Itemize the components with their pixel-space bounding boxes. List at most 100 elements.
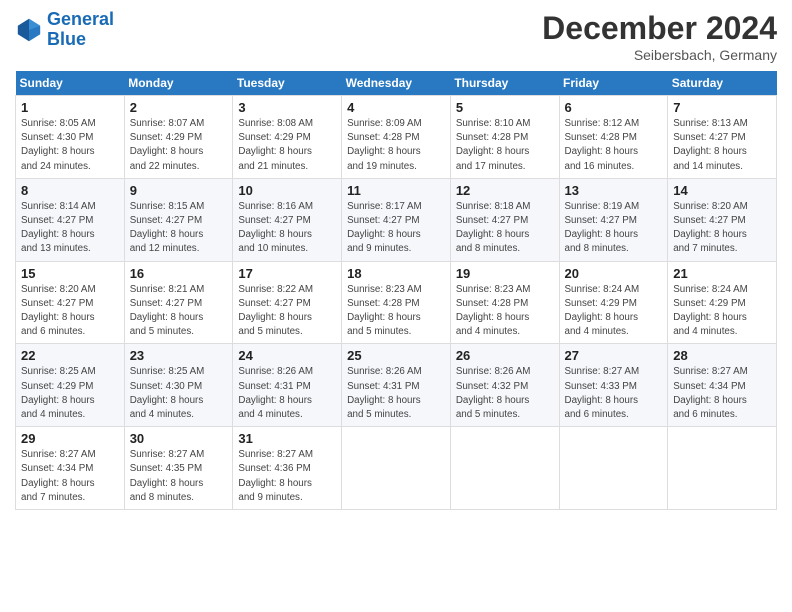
calendar-cell: 21 Sunrise: 8:24 AM Sunset: 4:29 PM Dayli… xyxy=(668,261,777,344)
calendar-cell: 28 Sunrise: 8:27 AM Sunset: 4:34 PM Dayli… xyxy=(668,344,777,427)
day-number: 5 xyxy=(456,100,554,115)
day-number: 28 xyxy=(673,348,771,363)
calendar-cell: 12Sunrise: 8:18 AM Sunset: 4:27 PM Dayli… xyxy=(450,178,559,261)
calendar-cell: 18 Sunrise: 8:23 AM Sunset: 4:28 PM Dayli… xyxy=(342,261,451,344)
title-block: December 2024 Seibersbach, Germany xyxy=(542,10,777,63)
calendar-cell: 4 Sunrise: 8:09 AM Sunset: 4:28 PM Daylig… xyxy=(342,96,451,179)
weekday-header: Tuesday xyxy=(233,71,342,96)
day-number: 11 xyxy=(347,183,445,198)
day-number: 17 xyxy=(238,266,336,281)
calendar-cell: 16 Sunrise: 8:21 AM Sunset: 4:27 PM Dayli… xyxy=(124,261,233,344)
calendar-cell: 19 Sunrise: 8:23 AM Sunset: 4:28 PM Dayli… xyxy=(450,261,559,344)
calendar-cell: 9 Sunrise: 8:15 AM Sunset: 4:27 PM Daylig… xyxy=(124,178,233,261)
day-info: Sunrise: 8:23 AM Sunset: 4:28 PM Dayligh… xyxy=(456,283,554,340)
calendar-cell: 23 Sunrise: 8:25 AM Sunset: 4:30 PM Dayli… xyxy=(124,344,233,427)
day-number: 4 xyxy=(347,100,445,115)
calendar-cell: 20Sunrise: 8:24 AM Sunset: 4:29 PM Dayli… xyxy=(559,261,668,344)
day-number: 8 xyxy=(21,183,119,198)
month-title: December 2024 xyxy=(542,10,777,47)
day-number: 22 xyxy=(21,348,119,363)
calendar-cell: 3Sunrise: 8:08 AM Sunset: 4:29 PM Daylig… xyxy=(233,96,342,179)
day-info: Sunrise: 8:09 AM Sunset: 4:28 PM Dayligh… xyxy=(347,117,445,174)
day-info: Sunrise: 8:26 AM Sunset: 4:32 PM Dayligh… xyxy=(456,365,554,422)
day-info: Sunrise: 8:26 AM Sunset: 4:31 PM Dayligh… xyxy=(347,365,445,422)
calendar-cell: 15 Sunrise: 8:20 AM Sunset: 4:27 PM Dayli… xyxy=(16,261,125,344)
calendar-cell xyxy=(342,427,451,510)
day-number: 25 xyxy=(347,348,445,363)
day-number: 15 xyxy=(21,266,119,281)
calendar-cell: 17 Sunrise: 8:22 AM Sunset: 4:27 PM Dayli… xyxy=(233,261,342,344)
calendar-cell xyxy=(559,427,668,510)
calendar-cell: 6Sunrise: 8:12 AM Sunset: 4:28 PM Daylig… xyxy=(559,96,668,179)
calendar-cell xyxy=(668,427,777,510)
day-number: 14 xyxy=(673,183,771,198)
day-info: Sunrise: 8:27 AM Sunset: 4:36 PM Dayligh… xyxy=(238,448,336,505)
day-number: 23 xyxy=(130,348,228,363)
day-number: 9 xyxy=(130,183,228,198)
day-number: 24 xyxy=(238,348,336,363)
day-number: 2 xyxy=(130,100,228,115)
weekday-header: Friday xyxy=(559,71,668,96)
day-info: Sunrise: 8:24 AM Sunset: 4:29 PM Dayligh… xyxy=(565,283,663,340)
calendar-cell: 26 Sunrise: 8:26 AM Sunset: 4:32 PM Dayli… xyxy=(450,344,559,427)
calendar-cell: 25 Sunrise: 8:26 AM Sunset: 4:31 PM Dayli… xyxy=(342,344,451,427)
calendar-cell xyxy=(450,427,559,510)
day-number: 3 xyxy=(238,100,336,115)
day-info: Sunrise: 8:27 AM Sunset: 4:34 PM Dayligh… xyxy=(673,365,771,422)
day-info: Sunrise: 8:20 AM Sunset: 4:27 PM Dayligh… xyxy=(21,283,119,340)
day-info: Sunrise: 8:24 AM Sunset: 4:29 PM Dayligh… xyxy=(673,283,771,340)
day-info: Sunrise: 8:27 AM Sunset: 4:35 PM Dayligh… xyxy=(130,448,228,505)
day-info: Sunrise: 8:23 AM Sunset: 4:28 PM Dayligh… xyxy=(347,283,445,340)
day-number: 10 xyxy=(238,183,336,198)
weekday-header: Sunday xyxy=(16,71,125,96)
day-info: Sunrise: 8:27 AM Sunset: 4:33 PM Dayligh… xyxy=(565,365,663,422)
day-number: 16 xyxy=(130,266,228,281)
day-info: Sunrise: 8:05 AM Sunset: 4:30 PM Dayligh… xyxy=(21,117,119,174)
logo-line2: Blue xyxy=(47,29,86,49)
day-number: 21 xyxy=(673,266,771,281)
weekday-header: Thursday xyxy=(450,71,559,96)
calendar-cell: 5 Sunrise: 8:10 AM Sunset: 4:28 PM Daylig… xyxy=(450,96,559,179)
calendar-table: SundayMondayTuesdayWednesdayThursdayFrid… xyxy=(15,71,777,510)
day-info: Sunrise: 8:22 AM Sunset: 4:27 PM Dayligh… xyxy=(238,283,336,340)
logo-icon xyxy=(15,16,43,44)
day-info: Sunrise: 8:10 AM Sunset: 4:28 PM Dayligh… xyxy=(456,117,554,174)
calendar-header: SundayMondayTuesdayWednesdayThursdayFrid… xyxy=(16,71,777,96)
day-number: 1 xyxy=(21,100,119,115)
day-info: Sunrise: 8:26 AM Sunset: 4:31 PM Dayligh… xyxy=(238,365,336,422)
day-number: 18 xyxy=(347,266,445,281)
day-info: Sunrise: 8:14 AM Sunset: 4:27 PM Dayligh… xyxy=(21,200,119,257)
day-info: Sunrise: 8:15 AM Sunset: 4:27 PM Dayligh… xyxy=(130,200,228,257)
calendar-cell: 14 Sunrise: 8:20 AM Sunset: 4:27 PM Dayli… xyxy=(668,178,777,261)
day-number: 31 xyxy=(238,431,336,446)
calendar-cell: 29Sunrise: 8:27 AM Sunset: 4:34 PM Dayli… xyxy=(16,427,125,510)
calendar-cell: 24 Sunrise: 8:26 AM Sunset: 4:31 PM Dayli… xyxy=(233,344,342,427)
day-info: Sunrise: 8:13 AM Sunset: 4:27 PM Dayligh… xyxy=(673,117,771,174)
day-info: Sunrise: 8:21 AM Sunset: 4:27 PM Dayligh… xyxy=(130,283,228,340)
page-header: General Blue December 2024 Seibersbach, … xyxy=(15,10,777,63)
day-info: Sunrise: 8:27 AM Sunset: 4:34 PM Dayligh… xyxy=(21,448,119,505)
day-info: Sunrise: 8:18 AM Sunset: 4:27 PM Dayligh… xyxy=(456,200,554,257)
day-info: Sunrise: 8:20 AM Sunset: 4:27 PM Dayligh… xyxy=(673,200,771,257)
calendar-cell: 1 Sunrise: 8:05 AM Sunset: 4:30 PM Daylig… xyxy=(16,96,125,179)
logo-line1: General xyxy=(47,9,114,29)
day-info: Sunrise: 8:12 AM Sunset: 4:28 PM Dayligh… xyxy=(565,117,663,174)
day-number: 7 xyxy=(673,100,771,115)
calendar-body: 1 Sunrise: 8:05 AM Sunset: 4:30 PM Daylig… xyxy=(16,96,777,510)
day-info: Sunrise: 8:16 AM Sunset: 4:27 PM Dayligh… xyxy=(238,200,336,257)
page-container: General Blue December 2024 Seibersbach, … xyxy=(0,0,792,520)
day-number: 13 xyxy=(565,183,663,198)
day-info: Sunrise: 8:19 AM Sunset: 4:27 PM Dayligh… xyxy=(565,200,663,257)
logo: General Blue xyxy=(15,10,114,50)
calendar-cell: 7 Sunrise: 8:13 AM Sunset: 4:27 PM Daylig… xyxy=(668,96,777,179)
day-info: Sunrise: 8:25 AM Sunset: 4:30 PM Dayligh… xyxy=(130,365,228,422)
calendar-cell: 11 Sunrise: 8:17 AM Sunset: 4:27 PM Dayli… xyxy=(342,178,451,261)
day-number: 19 xyxy=(456,266,554,281)
day-info: Sunrise: 8:17 AM Sunset: 4:27 PM Dayligh… xyxy=(347,200,445,257)
calendar-cell: 13 Sunrise: 8:19 AM Sunset: 4:27 PM Dayli… xyxy=(559,178,668,261)
weekday-header: Saturday xyxy=(668,71,777,96)
day-number: 30 xyxy=(130,431,228,446)
day-number: 26 xyxy=(456,348,554,363)
calendar-cell: 8 Sunrise: 8:14 AM Sunset: 4:27 PM Daylig… xyxy=(16,178,125,261)
calendar-cell: 2Sunrise: 8:07 AM Sunset: 4:29 PM Daylig… xyxy=(124,96,233,179)
